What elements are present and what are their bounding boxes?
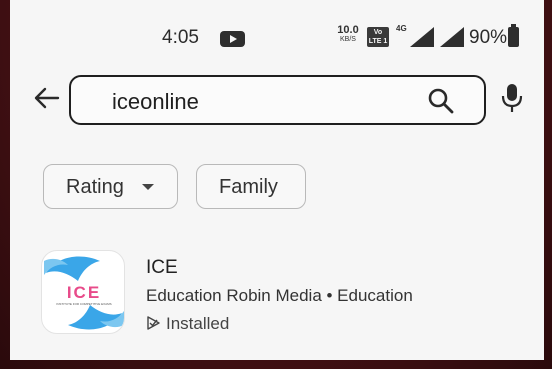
installed-status: Installed (166, 314, 230, 333)
app-subtitle: Education Robin Media • Education (146, 286, 413, 305)
battery-percentage: 90% (469, 27, 508, 48)
app-icon[interactable]: ICE INSTITUTE FOR COMPETITIVE EXAMS (41, 250, 125, 334)
youtube-notification-icon (220, 31, 245, 47)
signal-strength-icon (440, 27, 464, 47)
search-input[interactable]: iceonline (69, 75, 486, 125)
ice-logo-text: ICE (67, 283, 101, 302)
status-bar: 4:05 10.0 KB/S Vo LTE 1 4G 90% (10, 0, 544, 70)
ice-logo-icon: ICE INSTITUTE FOR COMPETITIVE EXAMS (44, 256, 124, 330)
dropdown-caret-icon (142, 184, 154, 190)
filter-chip-family[interactable]: Family (196, 164, 306, 209)
arrow-left-icon[interactable] (32, 83, 62, 113)
volte-icon: Vo LTE 1 (367, 27, 389, 47)
battery-icon (508, 24, 519, 47)
app-title[interactable]: ICE (146, 257, 178, 279)
mic-icon[interactable] (500, 82, 524, 114)
clock: 4:05 (162, 27, 199, 48)
signal-strength-icon (410, 27, 434, 47)
network-type: 4G (396, 24, 407, 33)
filter-chip-rating[interactable]: Rating (43, 164, 178, 209)
photo-frame: 4:05 10.0 KB/S Vo LTE 1 4G 90% iceonline (0, 0, 552, 369)
phone-screen: 4:05 10.0 KB/S Vo LTE 1 4G 90% iceonline (10, 0, 544, 360)
network-speed: 10.0 KB/S (337, 24, 359, 44)
search-icon[interactable] (426, 86, 456, 116)
ice-logo-tagline: INSTITUTE FOR COMPETITIVE EXAMS (56, 302, 111, 306)
search-query: iceonline (112, 89, 199, 114)
installed-icon (147, 316, 160, 330)
